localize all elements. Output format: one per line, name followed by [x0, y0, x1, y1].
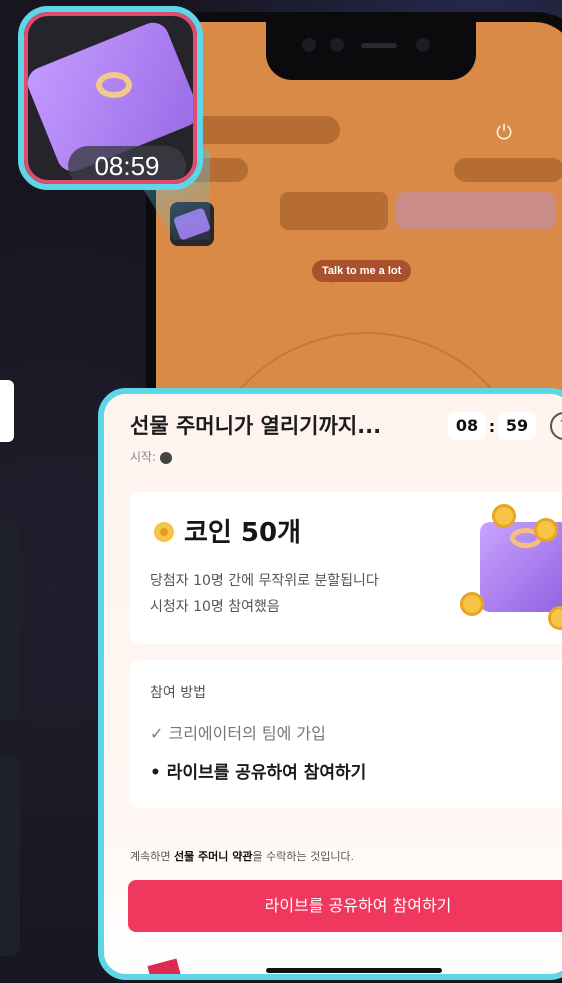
sensor-icon [330, 38, 344, 52]
reward-title: 코인 50개 [184, 518, 301, 548]
popup-title: 선물 주머니가 열리기까지... [130, 414, 382, 438]
timer-minutes: 08 [448, 412, 486, 440]
terms-link[interactable]: 선물 주머니 약관 [174, 850, 253, 863]
step-join-team: ✓ 크리에이터의 팀에 가입 [150, 724, 326, 743]
starter-info: 시작: [130, 448, 173, 465]
zoomed-gift-thumbnail: 08:59 [18, 6, 203, 190]
countdown-timer: 08 : 59 [448, 412, 536, 440]
placeholder-bar [454, 158, 562, 182]
how-to-join-card: 참여 방법 ✓ 크리에이터의 팀에 가입 • 라이브를 공유하여 참여하기 [130, 660, 562, 808]
lens-icon [416, 38, 430, 52]
power-icon[interactable]: ⏻ [492, 120, 516, 144]
coin-icon [548, 606, 562, 630]
terms-prefix: 계속하면 [130, 850, 174, 863]
left-side-panel-lower [0, 756, 20, 956]
step-share-live: • 라이브를 공유하여 참여하기 [150, 763, 367, 783]
reward-description: 당첨자 10명 간에 무작위로 분할됩니다 [150, 573, 379, 589]
placeholder-block [396, 192, 556, 230]
starter-label: 시작: [130, 450, 157, 464]
share-live-button[interactable]: 라이브를 공유하여 참여하기 [128, 880, 562, 932]
thumbnail-border [24, 12, 197, 184]
placeholder-block [280, 192, 388, 230]
chat-bubble: Talk to me a lot [312, 260, 412, 283]
how-to-title: 참여 방법 [150, 685, 206, 701]
avatar[interactable] [160, 451, 173, 464]
reward-card: 코인 50개 당첨자 10명 간에 무작위로 분할됩니다 시청자 10명 참여했… [130, 492, 562, 644]
terms-suffix: 을 수락하는 것입니다. [252, 850, 355, 863]
participant-count: 시청자 10명 참여했음 [150, 599, 280, 615]
terms-notice: 계속하면 선물 주머니 약관을 수락하는 것입니다. [130, 848, 354, 864]
phone-notch [266, 22, 476, 80]
timer-separator: : [488, 416, 496, 436]
camera-icon [302, 38, 316, 52]
coin-icon [492, 504, 516, 528]
home-indicator[interactable] [266, 968, 442, 973]
gift-pouch-popup: 선물 주머니가 열리기까지... 08 : 59 ? 시작: 코인 50개 당첨… [98, 388, 562, 980]
timer-seconds: 59 [498, 412, 536, 440]
coin-icon [534, 518, 558, 542]
speaker-icon [361, 43, 397, 48]
coin-icon [154, 522, 174, 542]
left-side-panel [0, 520, 20, 720]
coin-icon [460, 592, 484, 616]
left-side-white-tab [0, 380, 14, 442]
